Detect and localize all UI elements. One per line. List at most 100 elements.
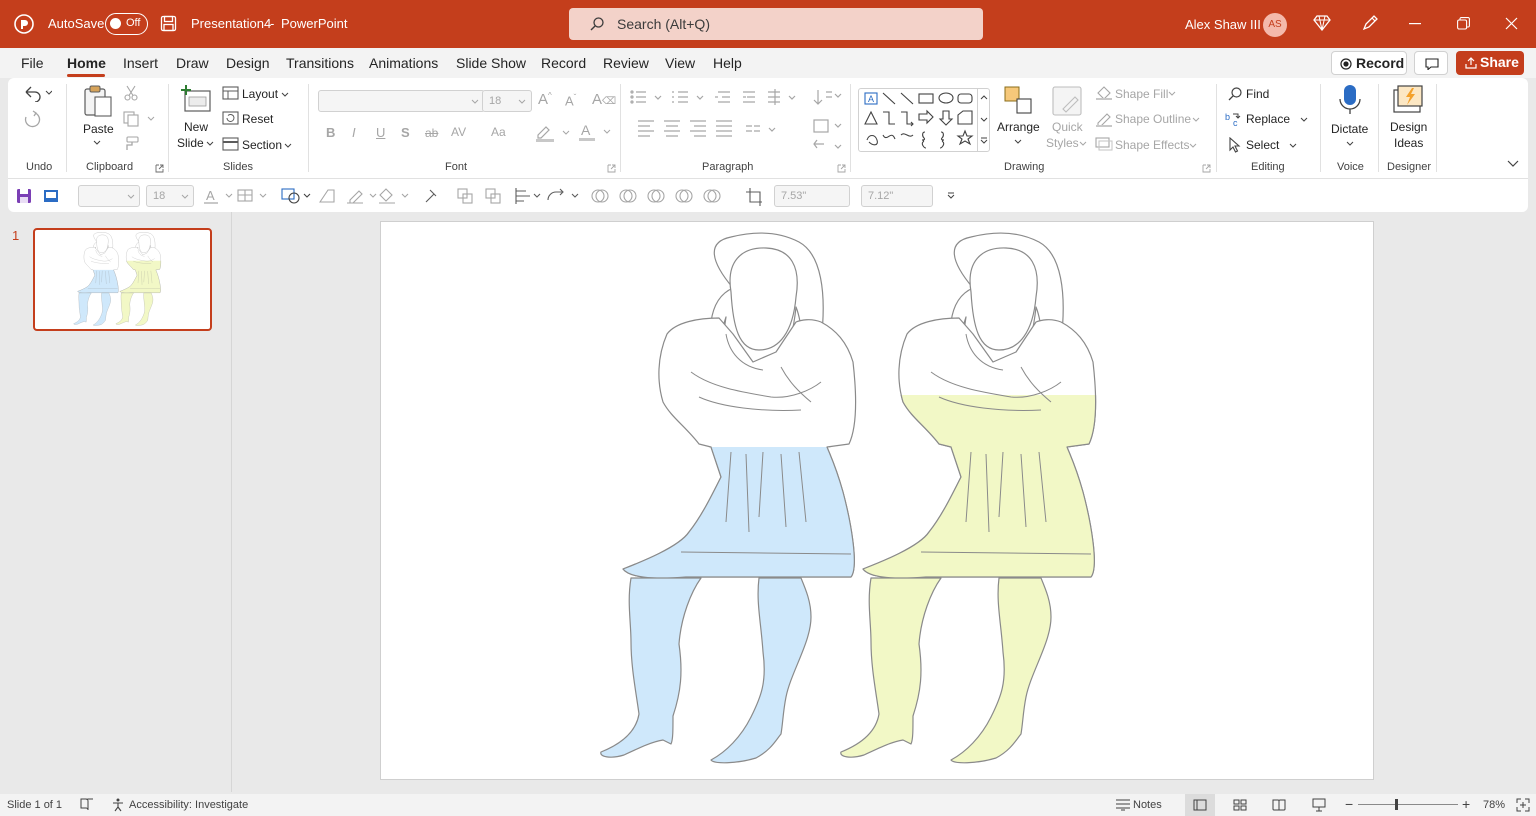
strikethrough-button[interactable]: ab bbox=[425, 126, 438, 140]
zoom-level[interactable]: 78% bbox=[1483, 799, 1505, 811]
tab-home[interactable]: Home bbox=[67, 55, 106, 71]
yellow-figure[interactable] bbox=[840, 232, 1097, 764]
shape-fill-label[interactable]: Shape Fill bbox=[1115, 87, 1168, 101]
design-ideas-label-line2[interactable]: Ideas bbox=[1394, 136, 1423, 150]
accessibility-status[interactable]: Accessibility: Investigate bbox=[129, 799, 248, 811]
save-icon[interactable] bbox=[160, 15, 177, 32]
document-title[interactable]: Presentation4 bbox=[191, 16, 271, 31]
notes-icon[interactable] bbox=[1115, 799, 1131, 811]
slideshow-icon[interactable] bbox=[43, 188, 59, 204]
paragraph-icons[interactable] bbox=[628, 88, 848, 150]
new-slide-label-line2[interactable]: Slide bbox=[177, 136, 204, 150]
chevron-down-icon[interactable] bbox=[1289, 143, 1297, 148]
chevron-down-icon[interactable] bbox=[284, 143, 292, 148]
zoom-in-button[interactable]: + bbox=[1462, 796, 1470, 812]
tab-file[interactable]: File bbox=[21, 55, 44, 71]
slide-sorter-icon[interactable] bbox=[1233, 799, 1247, 811]
new-slide-label-line1[interactable]: New bbox=[184, 120, 208, 134]
arrange-label[interactable]: Arrange bbox=[997, 120, 1040, 134]
shape-outline-label[interactable]: Shape Outline bbox=[1115, 112, 1191, 126]
font-name-dropdown[interactable] bbox=[318, 90, 485, 112]
design-ideas-label-line1[interactable]: Design bbox=[1390, 120, 1427, 134]
decrease-font-icon[interactable]: Aˇ bbox=[565, 93, 576, 108]
tab-record[interactable]: Record bbox=[541, 55, 586, 71]
increase-font-icon[interactable]: A^ bbox=[538, 91, 552, 108]
qat-font-name-dropdown[interactable] bbox=[78, 185, 140, 207]
comments-button[interactable] bbox=[1414, 51, 1448, 75]
quick-styles-icon[interactable] bbox=[1051, 85, 1083, 117]
tab-design[interactable]: Design bbox=[226, 55, 270, 71]
slide-thumbnail[interactable] bbox=[33, 228, 212, 331]
italic-button[interactable]: I bbox=[352, 125, 356, 140]
save-icon[interactable] bbox=[16, 188, 32, 204]
blue-figure[interactable] bbox=[600, 232, 857, 764]
close-icon[interactable] bbox=[1505, 17, 1518, 30]
dialog-launcher-icon[interactable] bbox=[837, 164, 846, 173]
chevron-down-icon[interactable] bbox=[1192, 117, 1200, 122]
tab-view[interactable]: View bbox=[665, 55, 695, 71]
user-name[interactable]: Alex Shaw III bbox=[1185, 17, 1261, 32]
select-cursor-icon[interactable] bbox=[1228, 137, 1242, 153]
format-painter-icon[interactable] bbox=[124, 136, 140, 152]
layout-icon[interactable] bbox=[222, 86, 239, 100]
find-icon[interactable] bbox=[1227, 86, 1243, 102]
arrange-icon[interactable] bbox=[1003, 85, 1035, 117]
select-label[interactable]: Select bbox=[1246, 138, 1279, 152]
chevron-down-icon[interactable] bbox=[1079, 141, 1087, 146]
find-label[interactable]: Find bbox=[1246, 87, 1269, 101]
section-label[interactable]: Section bbox=[242, 138, 282, 152]
share-button[interactable]: Share bbox=[1456, 51, 1524, 75]
tab-review[interactable]: Review bbox=[603, 55, 649, 71]
paste-icon[interactable] bbox=[82, 84, 114, 118]
tab-transitions[interactable]: Transitions bbox=[286, 55, 354, 71]
character-spacing-button[interactable]: AV bbox=[451, 125, 466, 139]
notes-button[interactable]: Notes bbox=[1133, 799, 1162, 811]
minimize-icon[interactable] bbox=[1409, 23, 1421, 25]
zoom-slider-thumb[interactable] bbox=[1395, 799, 1398, 810]
chevron-down-icon[interactable] bbox=[281, 92, 289, 97]
avatar[interactable]: AS bbox=[1263, 13, 1287, 37]
accessibility-icon[interactable] bbox=[112, 798, 126, 812]
chevron-down-icon[interactable] bbox=[1189, 143, 1197, 148]
tab-help[interactable]: Help bbox=[713, 55, 742, 71]
gallery-scroll[interactable] bbox=[977, 89, 989, 151]
spelling-check-icon[interactable] bbox=[80, 798, 94, 811]
autosave-toggle[interactable]: Off bbox=[105, 13, 148, 35]
design-ideas-icon[interactable] bbox=[1392, 84, 1424, 114]
shape-fill-icon[interactable] bbox=[1095, 85, 1113, 101]
replace-label[interactable]: Replace bbox=[1246, 112, 1290, 126]
underline-button[interactable]: U bbox=[376, 125, 385, 140]
section-icon[interactable] bbox=[222, 137, 239, 151]
premium-diamond-icon[interactable] bbox=[1313, 15, 1331, 31]
chevron-down-icon[interactable] bbox=[206, 141, 214, 146]
change-case-button[interactable]: Aa bbox=[491, 125, 506, 139]
chevron-down-icon[interactable] bbox=[1300, 117, 1308, 122]
chevron-down-icon[interactable] bbox=[1346, 141, 1354, 146]
paste-label[interactable]: Paste bbox=[83, 122, 114, 136]
bold-button[interactable]: B bbox=[326, 125, 335, 140]
shape-effects-icon[interactable] bbox=[1095, 137, 1113, 151]
tab-draw[interactable]: Draw bbox=[176, 55, 209, 71]
tab-animations[interactable]: Animations bbox=[369, 55, 438, 71]
reset-icon[interactable] bbox=[222, 111, 239, 125]
tab-slide-show[interactable]: Slide Show bbox=[456, 55, 526, 71]
shapes-gallery[interactable]: A bbox=[858, 88, 990, 152]
shape-outline-icon[interactable] bbox=[1095, 111, 1113, 127]
dialog-launcher-icon[interactable] bbox=[607, 164, 616, 173]
shape-width-field[interactable]: 7.53" bbox=[774, 185, 850, 207]
dictate-label[interactable]: Dictate bbox=[1331, 122, 1368, 136]
reading-view-icon[interactable] bbox=[1272, 799, 1286, 811]
customize-toolbar-icon[interactable] bbox=[947, 192, 955, 199]
new-slide-icon[interactable] bbox=[180, 85, 212, 113]
pen-icon[interactable] bbox=[1361, 14, 1379, 32]
normal-view-button[interactable] bbox=[1185, 794, 1215, 816]
undo-icon[interactable] bbox=[22, 84, 52, 102]
quick-styles-label-line2[interactable]: Styles bbox=[1046, 136, 1079, 150]
qat-font-size-dropdown[interactable]: 18 bbox=[146, 185, 194, 207]
record-button[interactable]: Record bbox=[1331, 51, 1407, 75]
dialog-launcher-icon[interactable] bbox=[155, 164, 164, 173]
layout-label[interactable]: Layout bbox=[242, 87, 278, 101]
tab-insert[interactable]: Insert bbox=[123, 55, 158, 71]
shape-effects-label[interactable]: Shape Effects bbox=[1115, 138, 1190, 152]
collapse-ribbon-icon[interactable] bbox=[1507, 160, 1519, 168]
